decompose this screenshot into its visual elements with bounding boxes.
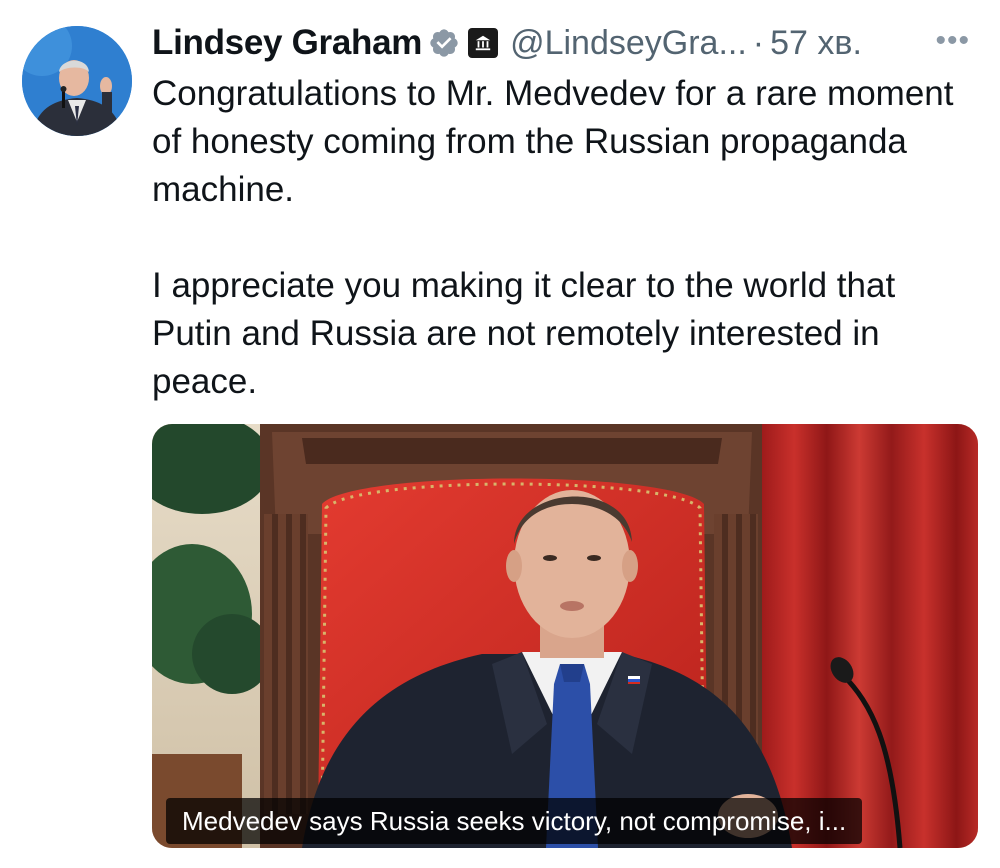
author-display-name[interactable]: Lindsey Graham [152, 23, 422, 63]
media-image [152, 424, 978, 848]
header-separator: · [752, 23, 765, 62]
media-caption: Medvedev says Russia seeks victory, not … [166, 798, 863, 844]
tweet-header: Lindsey Graham @LindseyGra... · 57 хв. •… [152, 18, 982, 68]
avatar-image [22, 26, 132, 136]
verified-badge-icon[interactable] [428, 27, 460, 59]
author-handle[interactable]: @LindseyGra... [510, 24, 747, 63]
tweet-body: Congratulations to Mr. Medvedev for a ra… [152, 70, 982, 406]
government-building-icon[interactable] [468, 28, 499, 58]
tweet-paragraph: I appreciate you making it clear to the … [152, 266, 896, 401]
tweet-media-card[interactable]: Medvedev says Russia seeks victory, not … [152, 424, 978, 848]
more-options-icon[interactable]: ••• [935, 24, 970, 58]
author-avatar[interactable] [22, 26, 132, 136]
tweet-timestamp[interactable]: 57 хв. [770, 24, 862, 63]
tweet-paragraph: Congratulations to Mr. Medvedev for a ra… [152, 74, 954, 209]
